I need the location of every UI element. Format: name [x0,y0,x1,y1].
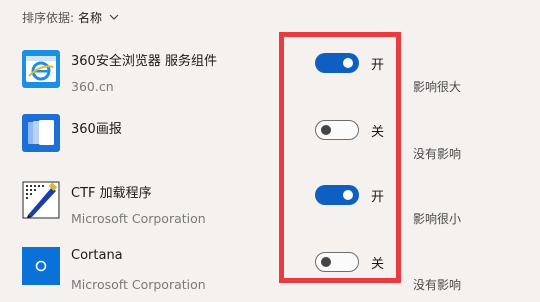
360-wallpaper-icon [22,114,60,152]
app-publisher: 360.cn [71,79,114,94]
startup-app-row: 360画报 关 没有影响 [0,104,540,164]
sort-value: 名称 [78,10,103,25]
cortana-icon [22,247,60,285]
app-name: CTF 加载程序 [71,186,152,201]
startup-app-row: 360安全浏览器 服务组件 360.cn 开 影响很大 [0,38,540,98]
app-name: Cortana [71,248,123,263]
app-publisher: Microsoft Corporation [71,277,206,292]
chevron-down-icon [109,14,119,20]
app-name: 360画报 [71,122,122,137]
sort-dropdown[interactable]: 排序依据: 名称 [22,8,120,26]
app-name: 360安全浏览器 服务组件 [71,54,217,69]
highlight-annotation-box [279,32,401,283]
app-publisher: Microsoft Corporation [71,211,206,226]
startup-impact: 影响很大 [413,80,462,94]
360-browser-icon [22,50,60,88]
startup-app-row: Cortana Microsoft Corporation 关 没有影响 [0,236,540,296]
startup-impact: 影响很小 [413,212,462,226]
ctf-loader-icon [22,181,60,219]
startup-impact: 没有影响 [413,147,462,161]
startup-impact: 没有影响 [413,278,462,292]
startup-app-row: CTF 加载程序 Microsoft Corporation 开 影响很小 [0,170,540,230]
sort-label: 排序依据: [22,10,75,25]
